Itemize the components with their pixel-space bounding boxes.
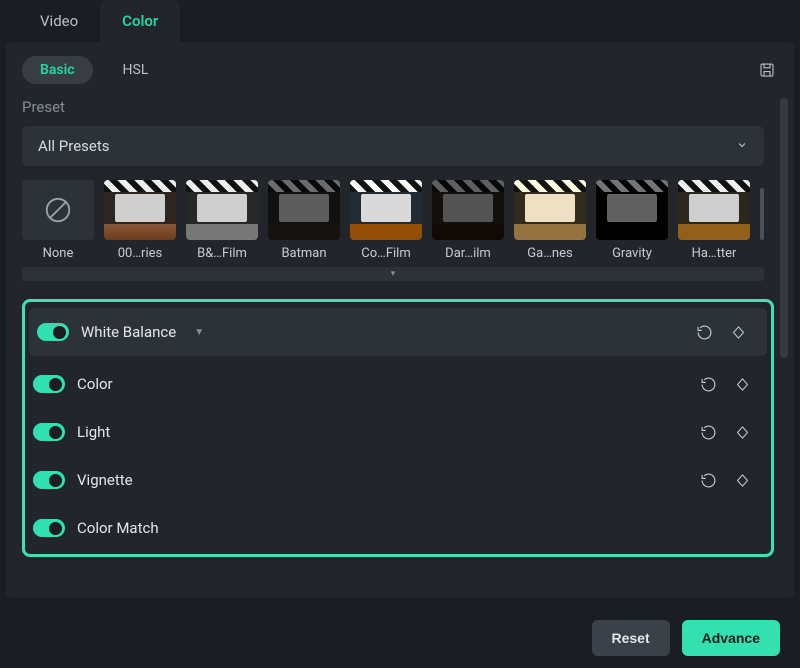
section-vignette: Vignette xyxy=(25,456,771,504)
preset-label: Co…Film xyxy=(361,246,410,261)
preset-label: Dar…ilm xyxy=(445,246,491,261)
preset-dropdown-label: All Presets xyxy=(38,137,110,155)
preset-label: B&…Film xyxy=(197,246,247,261)
preset-thumbnails: None 00…ries B&…Film Batman Co…Film Dar…… xyxy=(22,180,764,261)
preset-heading: Preset xyxy=(22,98,778,116)
color-panel: Basic HSL Preset All Presets None 00…rie… xyxy=(6,42,794,598)
color-sections-highlight: White Balance ▼ Color Light xyxy=(22,299,774,557)
preset-item[interactable]: 00…ries xyxy=(104,180,176,261)
preset-category-dropdown[interactable]: All Presets xyxy=(22,126,764,166)
toggle-white-balance[interactable] xyxy=(37,323,69,341)
preset-item[interactable]: Ga…nes xyxy=(514,180,586,261)
reset-button[interactable]: Reset xyxy=(592,620,670,656)
reset-icon[interactable] xyxy=(697,469,719,491)
preset-label: Gravity xyxy=(612,246,652,261)
preset-label: Ha…tter xyxy=(692,246,737,261)
sub-tabs: Basic HSL xyxy=(22,56,778,84)
preset-item[interactable]: Batman xyxy=(268,180,340,261)
toggle-color-match[interactable] xyxy=(33,519,65,537)
none-icon xyxy=(22,180,94,240)
thumbnail-h-scrollbar[interactable]: ▾ xyxy=(22,267,764,281)
preset-label: None xyxy=(43,246,74,261)
keyframe-icon[interactable] xyxy=(731,373,753,395)
top-tabs: Video Color xyxy=(0,0,800,42)
section-label[interactable]: Color Match xyxy=(77,519,159,537)
chevron-down-icon xyxy=(736,137,748,155)
preset-item[interactable]: Ha…tter xyxy=(678,180,750,261)
section-color: Color xyxy=(25,360,771,408)
thumbnail-scrollbar[interactable] xyxy=(760,188,764,240)
preset-label: 00…ries xyxy=(118,246,162,261)
section-label[interactable]: Light xyxy=(77,423,110,441)
preset-item[interactable]: Gravity xyxy=(596,180,668,261)
section-light: Light xyxy=(25,408,771,456)
section-color-match: Color Match xyxy=(25,504,771,552)
advance-button[interactable]: Advance xyxy=(682,620,780,656)
keyframe-icon[interactable] xyxy=(727,321,749,343)
panel-scrollbar[interactable] xyxy=(780,98,788,358)
footer-buttons: Reset Advance xyxy=(592,620,781,656)
preset-none[interactable]: None xyxy=(22,180,94,261)
keyframe-icon[interactable] xyxy=(731,469,753,491)
preset-label: Ga…nes xyxy=(527,246,572,261)
tab-color[interactable]: Color xyxy=(100,0,180,42)
reset-icon[interactable] xyxy=(697,421,719,443)
section-white-balance: White Balance ▼ xyxy=(29,308,767,356)
keyframe-icon[interactable] xyxy=(731,421,753,443)
subtab-basic[interactable]: Basic xyxy=(22,56,93,84)
section-label[interactable]: Vignette xyxy=(77,471,133,489)
toggle-color[interactable] xyxy=(33,375,65,393)
preset-item[interactable]: Dar…ilm xyxy=(432,180,504,261)
save-preset-icon[interactable] xyxy=(756,59,778,81)
chevron-down-icon[interactable]: ▼ xyxy=(194,327,204,338)
tab-video[interactable]: Video xyxy=(18,0,100,42)
section-label[interactable]: White Balance xyxy=(81,323,176,341)
toggle-vignette[interactable] xyxy=(33,471,65,489)
subtab-hsl[interactable]: HSL xyxy=(105,56,167,84)
preset-item[interactable]: Co…Film xyxy=(350,180,422,261)
preset-item[interactable]: B&…Film xyxy=(186,180,258,261)
toggle-light[interactable] xyxy=(33,423,65,441)
section-label[interactable]: Color xyxy=(77,375,113,393)
reset-icon[interactable] xyxy=(697,373,719,395)
preset-label: Batman xyxy=(281,246,326,261)
reset-icon[interactable] xyxy=(693,321,715,343)
